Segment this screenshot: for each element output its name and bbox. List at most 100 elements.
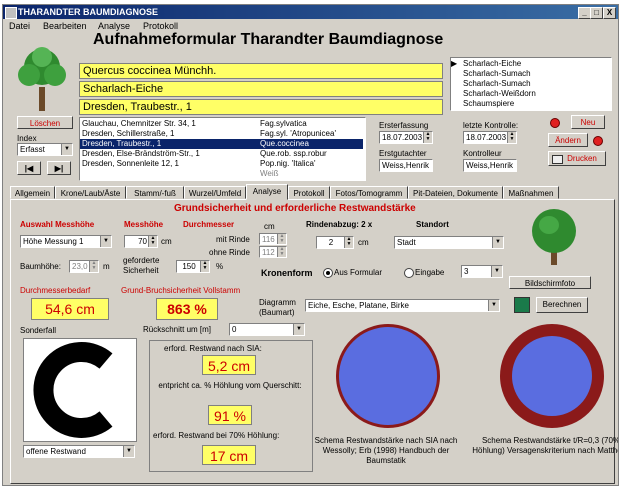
location-field[interactable]: Dresden, Traubestr., 1 [79, 99, 443, 115]
species-list[interactable]: ▶ Scharlach-Eiche Scharlach-Sumach Scharl… [450, 57, 612, 111]
menu-bearbeiten[interactable]: Bearbeiten [43, 21, 87, 31]
sonderfall-select[interactable]: offene Restwand ▼ [23, 445, 135, 458]
app-window: THARANDTER BAUMDIAGNOSE _ □ X Datei Bear… [2, 4, 619, 486]
baumhoehe-label: Baumhöhe: [20, 262, 61, 271]
sia-label: erford. Restwand nach SIA: [164, 344, 262, 353]
table-row[interactable]: Dresden, Schillerstraße, 1 Fag.syl. 'Atro… [80, 129, 363, 139]
last-record-button[interactable]: ▶| [47, 161, 71, 175]
kronenform-label: Kronenform [261, 268, 313, 278]
hoehlung-value: 91 % [208, 405, 252, 425]
record-list[interactable]: Glauchau, Chemnitzer Str. 34, 1 Fag.sylva… [79, 117, 366, 181]
menu-analyse[interactable]: Analyse [98, 21, 130, 31]
erstgutachter-field[interactable]: Weiss,Henrik [379, 159, 433, 172]
close-button[interactable]: X [603, 7, 616, 19]
spinner-icon[interactable]: ▲ ▼ [200, 261, 209, 272]
kontrolleur-field[interactable]: Weiss,Henrik [463, 159, 517, 172]
letzte-kontrolle-label: letzte Kontrolle: [463, 121, 519, 130]
list-item[interactable]: Scharlach-Sumach [451, 69, 609, 79]
sicherheit-field[interactable]: 150 ▲ ▼ [176, 260, 210, 273]
r70-value: 17 cm [202, 445, 256, 465]
tab-stamm-fuss[interactable]: Stamm/-fuß [126, 186, 184, 199]
messung-select[interactable]: Höhe Messung 1 ▼ [20, 235, 112, 248]
grund-value: 863 % [156, 298, 218, 320]
chevron-down-icon: ▼ [123, 446, 134, 457]
latin-name-field[interactable]: Quercus coccinea Münchh. [79, 63, 443, 79]
new-record-icon [550, 118, 560, 128]
baumhoehe-unit: m [103, 262, 110, 271]
window-title: THARANDTER BAUMDIAGNOSE [18, 7, 158, 17]
sonderfall-label: Sonderfall [20, 326, 57, 335]
table-row-selected[interactable]: Dresden, Traubestr., 1 Que.coccinea [80, 139, 363, 149]
schema-mattheck-caption: Schema Restwandstärke t/R=0,3 (70% Höhlu… [472, 436, 619, 455]
sonderfall-image [23, 338, 137, 442]
kronenform-select[interactable]: 3 ▼ [461, 265, 503, 278]
first-record-button[interactable]: |◀ [17, 161, 41, 175]
tab-krone-laub-aeste[interactable]: Krone/Laub/Äste [55, 186, 126, 199]
table-row[interactable]: Dresden, Sonnenleite 12, 1 Pop.nig. 'Ital… [80, 159, 363, 169]
ersterfassung-field[interactable]: 18.07.2003 ▲ ▼ [379, 131, 433, 144]
spinner-icon[interactable]: ▲ ▼ [344, 237, 353, 248]
mit-rinde-field[interactable]: 116 ▲ ▼ [259, 233, 287, 245]
table-row[interactable]: Weiß [80, 169, 363, 179]
ohne-rinde-field[interactable]: 112 ▲ ▼ [259, 246, 287, 258]
tab-allgemein[interactable]: Allgemein [10, 186, 55, 199]
diagramm-select[interactable]: Eiche, Esche, Platane, Birke ▼ [305, 299, 500, 312]
tab-analyse[interactable]: Analyse [246, 184, 288, 200]
spinner-icon[interactable]: ▲ ▼ [148, 236, 157, 247]
new-button[interactable]: Neu [571, 115, 605, 129]
menu-protokoll[interactable]: Protokoll [143, 21, 178, 31]
mit-rinde-label: mit Rinde [216, 235, 250, 244]
aus-formular-label: Aus Formular [334, 268, 383, 277]
rueckschnitt-select[interactable]: 0 ▼ [229, 323, 305, 336]
edit-status-icon [593, 136, 603, 146]
delete-button[interactable]: Löschen [17, 116, 73, 129]
german-name-field[interactable]: Scharlach-Eiche [79, 81, 443, 97]
letzte-kontrolle-field[interactable]: 18.07.2003 ▲ ▼ [463, 131, 517, 144]
messhoehe-unit: cm [161, 237, 172, 246]
spinner-icon[interactable]: ▲ ▼ [277, 247, 286, 257]
eingabe-label: Eingabe [415, 268, 445, 277]
list-item[interactable]: Scharlach-Weißdorn [451, 89, 609, 99]
spinner-icon[interactable]: ▲ ▼ [423, 132, 432, 143]
spinner-icon[interactable]: ▲ ▼ [277, 234, 286, 244]
bildschirmfoto-button[interactable]: Bildschirmfoto [509, 276, 591, 289]
tab-massnahmen[interactable]: Maßnahmen [503, 186, 559, 199]
baumhoehe-field[interactable]: 23,0 ▲ ▼ [69, 260, 99, 273]
edit-button[interactable]: Ändern [548, 133, 588, 147]
index-label: Index [17, 134, 37, 143]
list-item[interactable]: ▶ Scharlach-Eiche [451, 59, 609, 69]
list-item[interactable]: Schaumspiere [451, 99, 609, 109]
index-select[interactable]: Erfasst ▼ [17, 143, 73, 156]
tab-fotos-tomogramm[interactable]: Fotos/Tomogramm [330, 186, 408, 199]
diagramm-label: Diagramm (Baumart) [259, 298, 296, 317]
messhoehe-label: Messhöhe [124, 220, 164, 229]
ohne-rinde-label: ohne Rinde [209, 248, 250, 257]
menu-datei[interactable]: Datei [9, 21, 30, 31]
chevron-down-icon: ▼ [492, 237, 503, 248]
rindenabzug-unit: cm [358, 238, 369, 247]
spinner-icon[interactable]: ▲ ▼ [507, 132, 516, 143]
berechnen-button[interactable]: Berechnen [536, 297, 588, 313]
list-item[interactable]: Scharlach-Sumach [451, 79, 609, 89]
maximize-button[interactable]: □ [590, 7, 603, 19]
title-bar: THARANDTER BAUMDIAGNOSE _ □ X [3, 5, 618, 19]
table-row[interactable]: Dresden, Else-Brändström-Str., 1 Que.rob.… [80, 149, 363, 159]
schema-sia-caption: Schema Restwandstärke nach SIA nach Wess… [314, 436, 458, 465]
rindenabzug-field[interactable]: 2 ▲ ▼ [316, 236, 354, 249]
aus-formular-radio[interactable] [323, 268, 333, 278]
spinner-icon[interactable]: ▲ ▼ [89, 261, 98, 272]
chevron-down-icon: ▼ [61, 144, 72, 155]
chart-icon[interactable] [514, 297, 530, 313]
standort-select[interactable]: Stadt ▼ [394, 236, 504, 249]
tab-pit-dateien[interactable]: Pit-Dateien, Dokumente [408, 186, 503, 199]
tab-wurzel-umfeld[interactable]: Wurzel/Umfeld [184, 186, 246, 199]
tab-protokoll[interactable]: Protokoll [288, 186, 330, 199]
durchmesser-unit: cm [264, 222, 275, 231]
analyse-heading: Grundsicherheit und erforderliche Restwa… [174, 203, 416, 214]
app-icon [5, 7, 17, 19]
eingabe-radio[interactable] [404, 268, 414, 278]
schema-mattheck-icon [500, 324, 604, 428]
tree-icon [532, 209, 576, 265]
table-row[interactable]: Glauchau, Chemnitzer Str. 34, 1 Fag.sylva… [80, 119, 363, 129]
messhoehe-field[interactable]: 70 ▲ ▼ [124, 235, 158, 248]
